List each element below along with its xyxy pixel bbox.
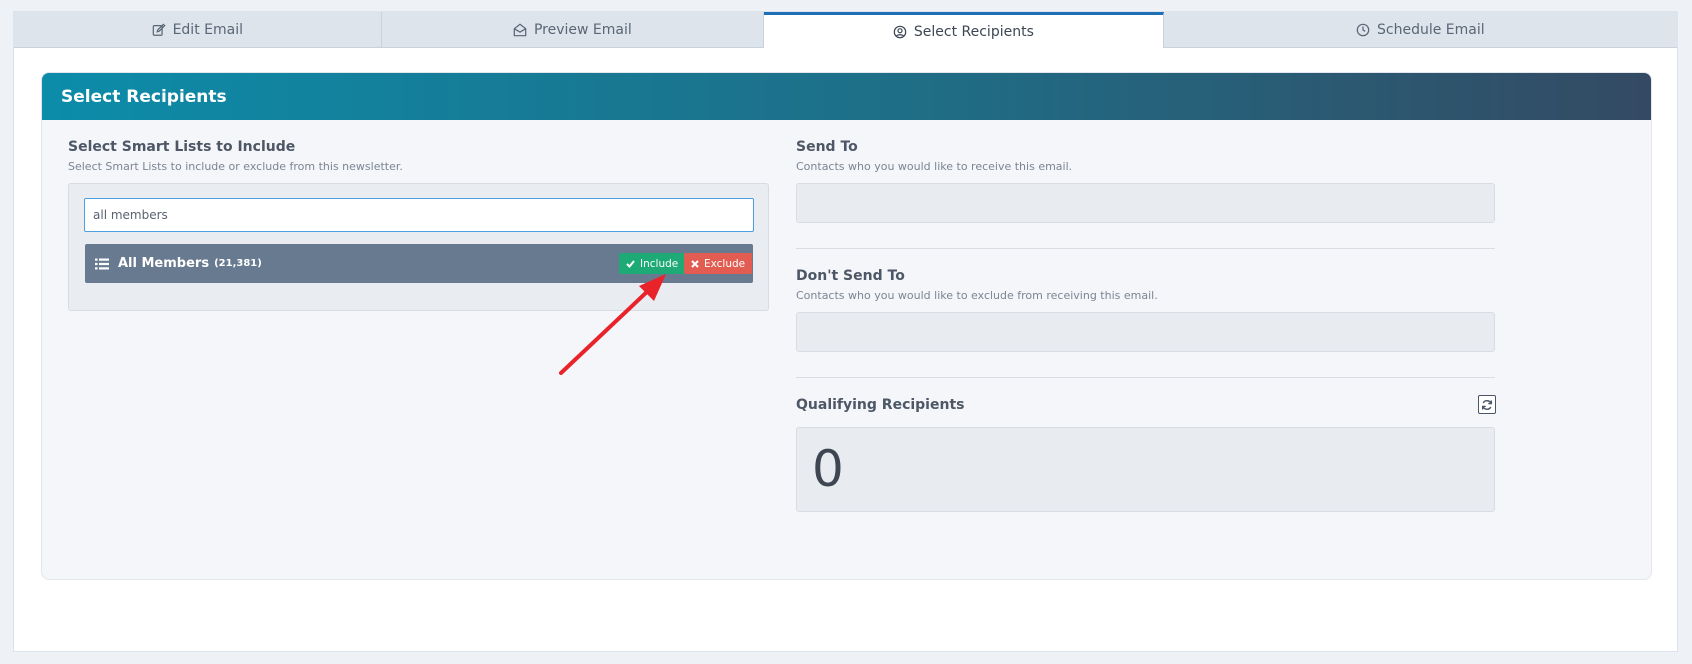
tab-label: Schedule Email — [1377, 21, 1485, 38]
tab-preview-email[interactable]: Preview Email — [381, 12, 765, 48]
send-to-field[interactable] — [796, 183, 1495, 223]
include-label: Include — [640, 257, 679, 270]
list-icon — [95, 258, 109, 269]
exclude-button[interactable]: Exclude — [684, 253, 753, 274]
tab-label: Select Recipients — [913, 23, 1034, 40]
step-tabs: Edit Email Preview Email Select Recipien… — [14, 12, 1677, 48]
include-button[interactable]: Include — [619, 253, 686, 274]
clock-icon — [1356, 23, 1370, 36]
qualifying-count: 0 — [812, 440, 844, 498]
smart-lists-description: Select Smart Lists to include or exclude… — [68, 160, 403, 173]
smart-list-count: (21,381) — [214, 258, 262, 269]
smart-list-name: All Members — [118, 256, 210, 271]
smart-list-result-row: All Members (21,381) Include Exclude — [85, 244, 753, 283]
tab-edit-email[interactable]: Edit Email — [14, 12, 382, 48]
send-to-title: Send To — [796, 139, 858, 155]
smart-lists-title: Select Smart Lists to Include — [68, 139, 296, 155]
send-to-description: Contacts who you would like to receive t… — [796, 160, 1073, 173]
qualifying-recipients-title: Qualifying Recipients — [796, 397, 965, 413]
smart-list-picker: All Members (21,381) Include Exclude — [68, 183, 769, 311]
tab-label: Preview Email — [533, 21, 632, 38]
page-container: Edit Email Preview Email Select Recipien… — [13, 11, 1678, 652]
dont-send-to-title: Don't Send To — [796, 268, 905, 284]
recipients-card: Select Recipients Select Smart Lists to … — [41, 72, 1652, 580]
user-circle-icon — [893, 25, 907, 38]
smart-list-search-input[interactable] — [84, 198, 754, 232]
dont-send-to-field[interactable] — [796, 312, 1495, 352]
tab-select-recipients[interactable]: Select Recipients — [764, 12, 1164, 48]
tab-label: Edit Email — [172, 21, 243, 38]
tab-schedule-email[interactable]: Schedule Email — [1163, 12, 1677, 48]
close-icon — [691, 259, 699, 268]
exclude-label: Exclude — [704, 257, 746, 270]
check-icon — [626, 259, 635, 268]
card-title: Select Recipients — [42, 73, 1651, 120]
qualifying-count-box: 0 — [796, 427, 1495, 512]
section-divider — [796, 248, 1495, 249]
refresh-icon — [1482, 399, 1492, 410]
refresh-button[interactable] — [1478, 395, 1496, 414]
edit-icon — [152, 22, 166, 36]
dont-send-to-description: Contacts who you would like to exclude f… — [796, 289, 1158, 302]
envelope-open-icon — [513, 23, 527, 36]
section-divider — [796, 377, 1495, 378]
